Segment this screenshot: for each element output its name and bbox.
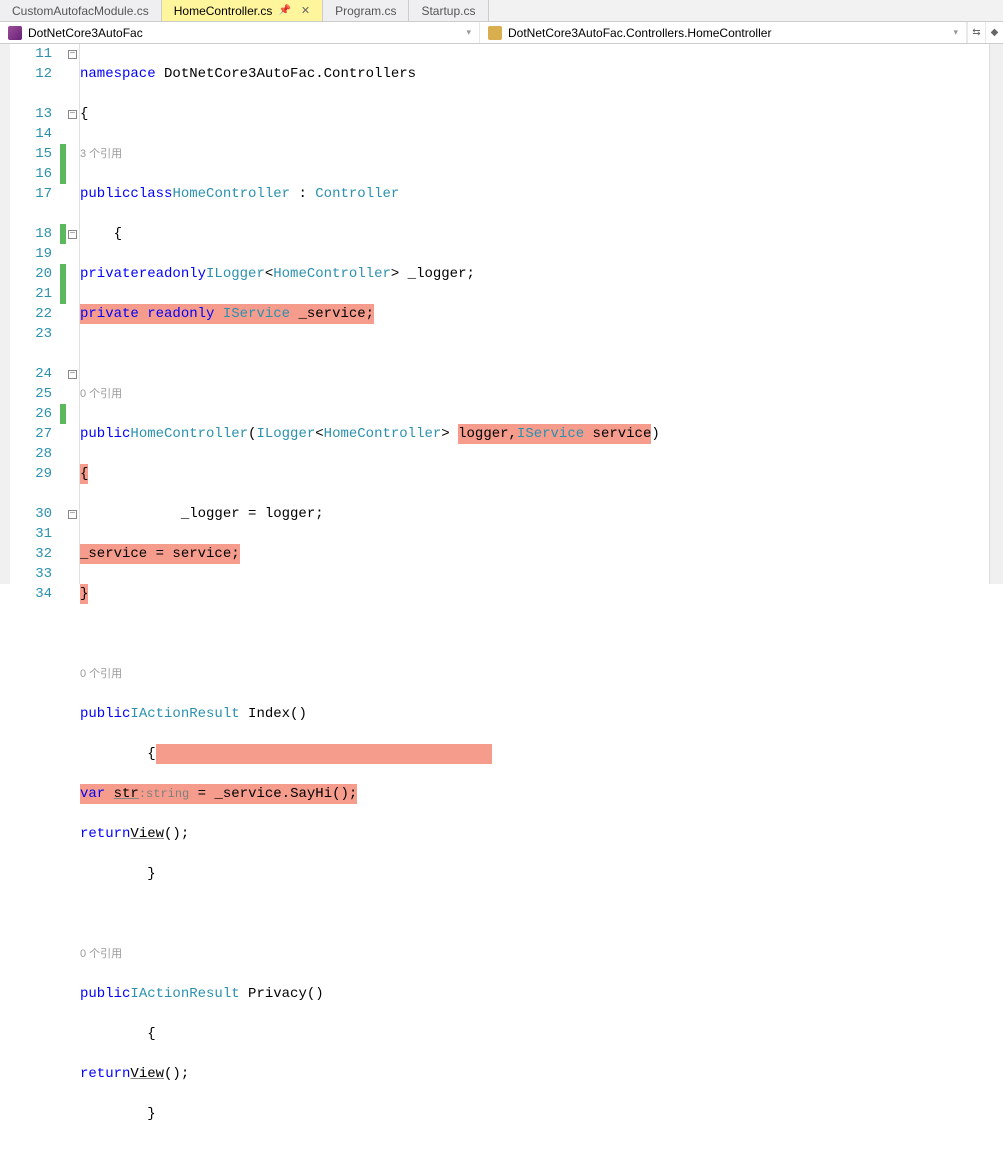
code-line: public IActionResult Index() [80, 704, 989, 724]
nav-class-dropdown[interactable]: DotNetCore3AutoFac.Controllers.HomeContr… [480, 22, 967, 43]
code-line: } [80, 1104, 989, 1124]
code-line: { [80, 224, 989, 244]
nav-class-label: DotNetCore3AutoFac.Controllers.HomeContr… [508, 26, 771, 40]
codelens-references[interactable]: 0 个引用 [80, 664, 989, 684]
line-number: 29 [10, 464, 60, 484]
code-line [80, 344, 989, 364]
code-line: } [80, 864, 989, 884]
code-line: } [80, 584, 989, 604]
tab-label: Startup.cs [421, 4, 475, 18]
code-line: { [80, 464, 989, 484]
tab-program[interactable]: Program.cs [323, 0, 409, 21]
line-number: 14 [10, 124, 60, 144]
tab-label: Program.cs [335, 4, 396, 18]
glyph-margin[interactable] [0, 44, 10, 584]
code-line: { [80, 1024, 989, 1044]
codelens-references[interactable]: 0 个引用 [80, 944, 989, 964]
line-number: 17 [10, 184, 60, 204]
line-number: 16 [10, 164, 60, 184]
line-number: 25 [10, 384, 60, 404]
code-line: private readonly ILogger<HomeController>… [80, 264, 989, 284]
line-number [10, 484, 60, 504]
code-line: { [80, 104, 989, 124]
vertical-scrollbar[interactable] [989, 44, 1003, 584]
line-number: 13 [10, 104, 60, 124]
class-icon [488, 26, 502, 40]
csharp-project-icon [8, 26, 22, 40]
code-line: _service = service; [80, 544, 989, 564]
line-number: 31 [10, 524, 60, 544]
codelens-references[interactable]: 3 个引用 [80, 144, 989, 164]
chevron-down-icon: ▾ [953, 27, 958, 38]
line-number: 18 [10, 224, 60, 244]
fold-toggle[interactable]: − [66, 504, 79, 524]
code-line: _logger = logger; [80, 504, 989, 524]
code-line: namespace DotNetCore3AutoFac.Controllers [80, 64, 989, 84]
line-number: 22 [10, 304, 60, 324]
codelens-references[interactable]: 0 个引用 [80, 384, 989, 404]
line-number [10, 344, 60, 364]
navigation-bar: DotNetCore3AutoFac ▾ DotNetCore3AutoFac.… [0, 22, 1003, 44]
chevron-down-icon: ▾ [466, 27, 471, 38]
tab-label: HomeController.cs [174, 4, 273, 18]
code-line: return View(); [80, 1064, 989, 1084]
line-number-gutter: 11 12 13 14 15 16 17 18 19 20 21 22 23 2… [10, 44, 60, 584]
nav-project-label: DotNetCore3AutoFac [28, 26, 143, 40]
pin-icon[interactable]: 📌 [278, 5, 290, 16]
line-number: 33 [10, 564, 60, 584]
nav-project-dropdown[interactable]: DotNetCore3AutoFac ▾ [0, 22, 480, 43]
nav-member-button[interactable]: ◆ [985, 22, 1003, 43]
line-number: 32 [10, 544, 60, 564]
tab-home-controller[interactable]: HomeController.cs 📌 ✕ [162, 0, 323, 21]
nav-split-button[interactable]: ⇆ [967, 22, 985, 43]
outlining-column: − − − − − [66, 44, 80, 584]
fold-toggle[interactable]: − [66, 44, 79, 64]
fold-toggle[interactable]: − [66, 364, 79, 384]
fold-toggle[interactable]: − [66, 104, 79, 124]
line-number: 27 [10, 424, 60, 444]
line-number: 12 [10, 64, 60, 84]
line-number: 24 [10, 364, 60, 384]
code-line [80, 904, 989, 924]
line-number: 30 [10, 504, 60, 524]
code-line: private readonly IService _service; [80, 304, 989, 324]
line-number: 20 [10, 264, 60, 284]
close-icon[interactable]: ✕ [301, 4, 310, 17]
code-line: return View(); [80, 824, 989, 844]
tab-startup[interactable]: Startup.cs [409, 0, 488, 21]
line-number [10, 204, 60, 224]
line-number [10, 84, 60, 104]
tab-custom-autofac-module[interactable]: CustomAutofacModule.cs [0, 0, 162, 21]
code-line: public HomeController(ILogger<HomeContro… [80, 424, 989, 444]
code-line: public IActionResult Privacy() [80, 984, 989, 1004]
line-number: 11 [10, 44, 60, 64]
line-number: 28 [10, 444, 60, 464]
line-number: 34 [10, 584, 60, 604]
tab-label: CustomAutofacModule.cs [12, 4, 149, 18]
line-number: 23 [10, 324, 60, 344]
code-text-area[interactable]: namespace DotNetCore3AutoFac.Controllers… [80, 44, 989, 1168]
code-line: { [80, 744, 989, 764]
line-number: 21 [10, 284, 60, 304]
code-line [80, 1144, 989, 1164]
fold-toggle[interactable]: − [66, 224, 79, 244]
line-number: 26 [10, 404, 60, 424]
line-number: 19 [10, 244, 60, 264]
code-line: public class HomeController : Controller [80, 184, 989, 204]
code-line [80, 624, 989, 644]
line-number: 15 [10, 144, 60, 164]
code-line: var str:string = _service.SayHi(); [80, 784, 989, 804]
document-tab-bar: CustomAutofacModule.cs HomeController.cs… [0, 0, 1003, 22]
